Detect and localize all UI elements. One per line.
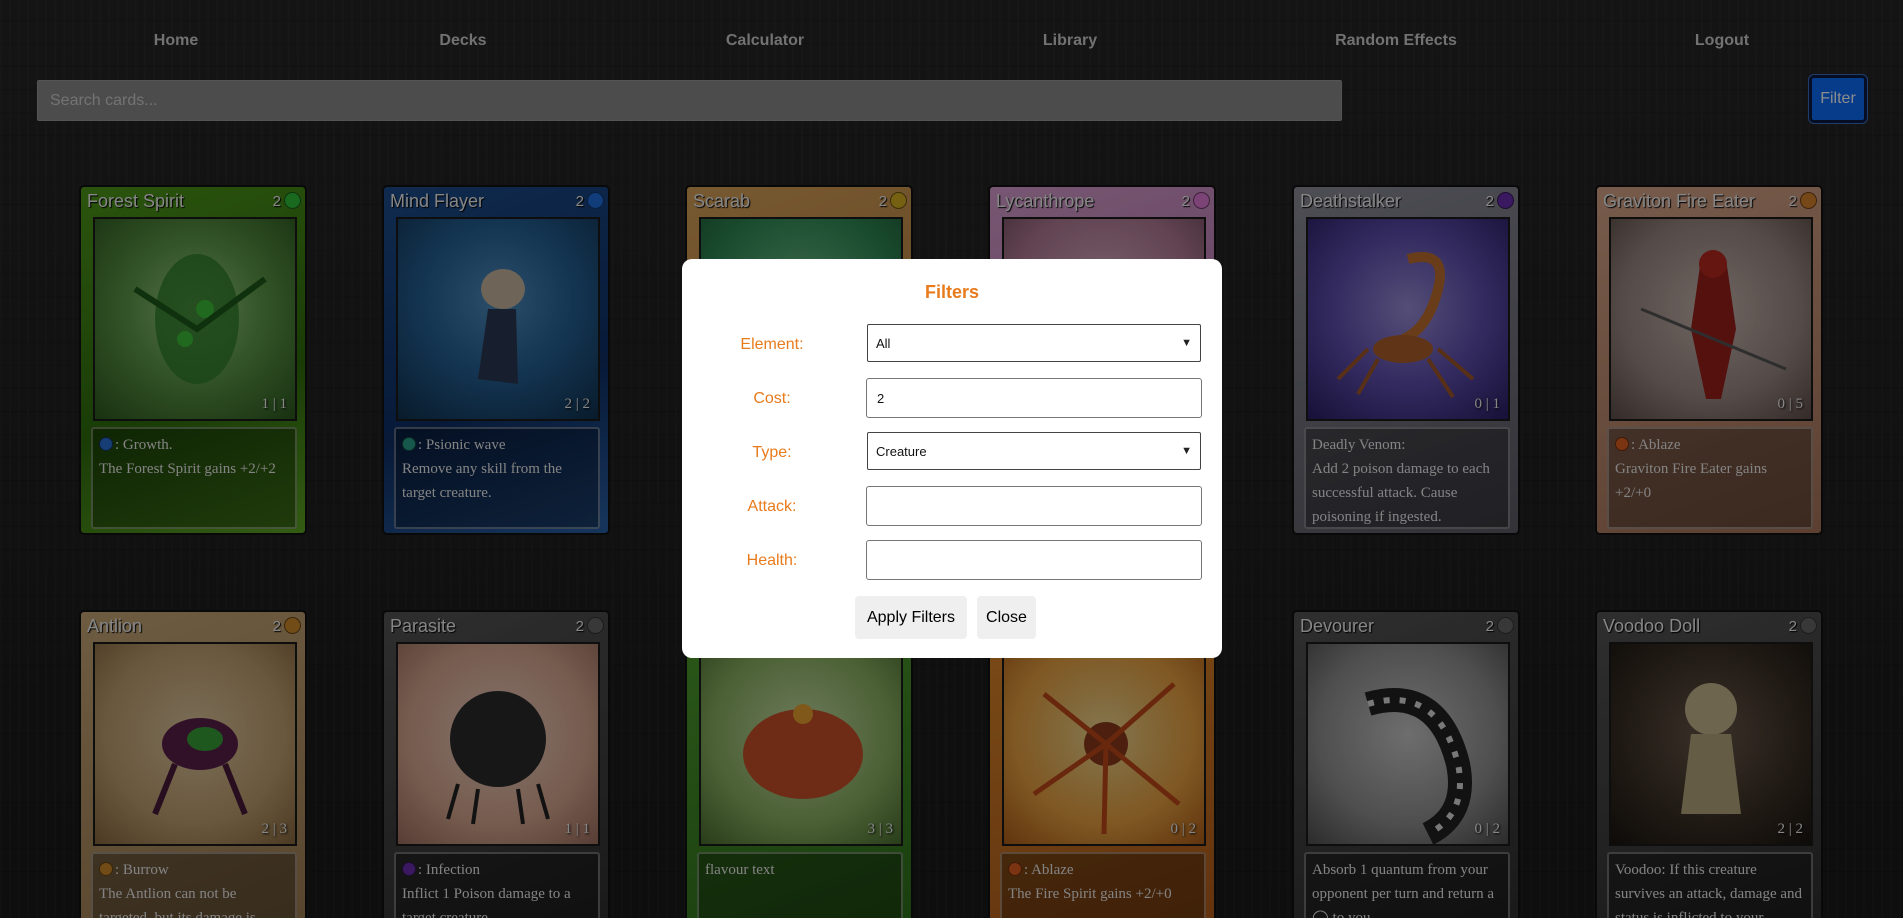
cost-input[interactable] bbox=[866, 378, 1202, 418]
cost-label: Cost: bbox=[753, 390, 791, 407]
attack-label: Attack: bbox=[747, 498, 797, 515]
type-label: Type: bbox=[752, 444, 792, 461]
type-selected-value: Creature bbox=[876, 443, 927, 459]
health-label: Health: bbox=[746, 552, 798, 569]
chevron-down-icon: ▼ bbox=[1181, 445, 1192, 457]
filters-modal: Filters Element: All ▼ Cost: Type: Creat… bbox=[682, 259, 1222, 658]
attack-input[interactable] bbox=[866, 486, 1202, 526]
type-select[interactable]: Creature ▼ bbox=[867, 432, 1201, 470]
apply-filters-button[interactable]: Apply Filters bbox=[855, 596, 967, 639]
close-button[interactable]: Close bbox=[977, 596, 1036, 639]
health-input[interactable] bbox=[866, 540, 1202, 580]
element-select[interactable]: All ▼ bbox=[867, 324, 1201, 362]
element-selected-value: All bbox=[876, 335, 891, 351]
modal-title: Filters bbox=[924, 282, 980, 302]
element-label: Element: bbox=[740, 336, 804, 353]
chevron-down-icon: ▼ bbox=[1181, 337, 1192, 349]
